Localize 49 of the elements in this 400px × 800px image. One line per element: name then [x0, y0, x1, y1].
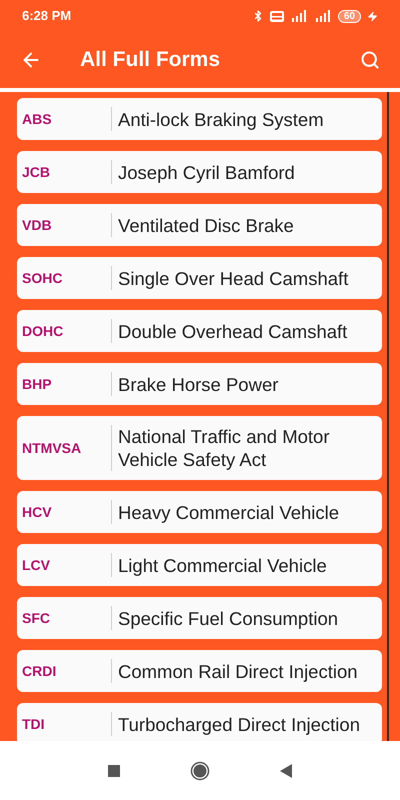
full-form: Joseph Cyril Bamford [117, 160, 296, 185]
full-form-card[interactable]: JCB Joseph Cyril Bamford [17, 151, 382, 193]
volte-icon [270, 10, 284, 22]
abbreviation: NTMVSA [22, 439, 82, 457]
abbreviation: HCV [22, 503, 52, 521]
abbreviation: BHP [22, 375, 52, 393]
full-form: Common Rail Direct Injection [117, 660, 359, 684]
abbreviation: JCB [22, 163, 50, 181]
recents-button[interactable] [108, 764, 120, 776]
abbreviation: DOHC [22, 322, 64, 340]
full-form-card[interactable]: VDB Ventilated Disc Brake [17, 204, 382, 246]
full-form-card[interactable]: ABS Anti-lock Braking System [17, 98, 382, 140]
full-form: Anti-lock Braking System [117, 108, 325, 132]
triangle-icon [280, 764, 292, 778]
abbreviation: SOHC [22, 269, 62, 287]
abbreviation: TDI [22, 715, 45, 733]
full-form-card[interactable]: BHP Brake Horse Power [17, 363, 382, 405]
full-form-card[interactable]: TDI Turbocharged Direct Injection [17, 703, 382, 741]
full-form-card[interactable]: CRDI Common Rail Direct Injection [17, 650, 382, 692]
home-button[interactable] [190, 760, 210, 780]
full-form-card[interactable]: SOHC Single Over Head Camshaft [17, 257, 382, 299]
abbreviation: ABS [22, 110, 52, 128]
abbreviation: VDB [22, 216, 52, 234]
back-nav-button[interactable] [280, 764, 292, 778]
battery-level: 60 [338, 10, 361, 22]
full-form: Double Overhead Camshaft [117, 320, 348, 344]
full-form: Ventilated Disc Brake [117, 214, 295, 238]
square-icon [108, 764, 120, 776]
status-time: 6:28 PM [22, 7, 72, 26]
full-form-card[interactable]: SFC Specific Fuel Consumption [17, 597, 382, 639]
signal-icon [316, 10, 332, 22]
full-form: National Traffic and Motor Vehicle Safety Act [117, 425, 330, 472]
full-form: Heavy Commercial Vehicle [117, 500, 340, 525]
full-form: Single Over Head Camshaft [117, 266, 350, 291]
full-form: Turbocharged Direct Injection [117, 712, 361, 737]
full-form-card[interactable]: DOHC Double Overhead Camshaft [17, 310, 382, 352]
abbreviation: SFC [22, 609, 50, 627]
full-form-card[interactable]: NTMVSA National Traffic and Motor Vehicle Safety Act [17, 416, 382, 480]
full-form: Light Commercial Vehicle [117, 554, 328, 578]
search-button[interactable] [360, 50, 380, 70]
abbreviation: LCV [22, 556, 50, 574]
full-form: Brake Horse Power [117, 372, 280, 396]
full-form-card[interactable]: HCV Heavy Commercial Vehicle [17, 491, 382, 533]
full-form-card[interactable]: LCV Light Commercial Vehicle [17, 544, 382, 586]
app-title: All Full Forms [80, 47, 222, 74]
circle-icon [190, 760, 210, 780]
full-form: Specific Fuel Consumption [117, 606, 340, 631]
charging-icon [367, 10, 378, 22]
abbreviation: CRDI [22, 662, 56, 680]
